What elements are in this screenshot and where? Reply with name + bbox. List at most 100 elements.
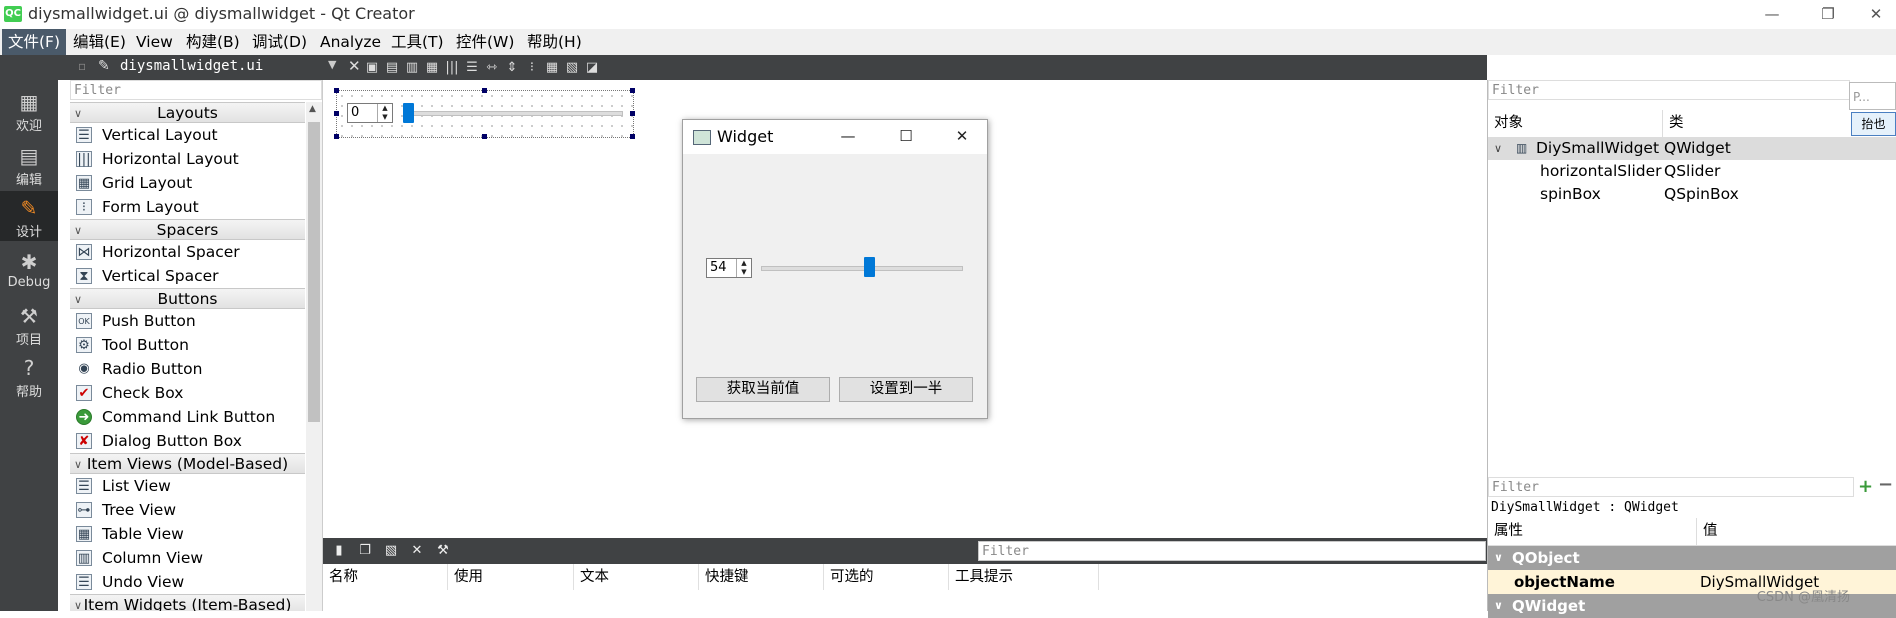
edit-buddies-icon[interactable]: ▥: [404, 60, 420, 76]
layout-form-icon[interactable]: ⁝: [524, 60, 540, 76]
spin-arrows-icon[interactable]: ▲ ▼: [377, 104, 392, 122]
selection-handle[interactable]: [482, 88, 487, 93]
document-dropdown-icon[interactable]: ▼: [328, 58, 336, 71]
form-slider-groove[interactable]: [403, 111, 623, 116]
menu-tools[interactable]: 工具(T): [385, 29, 450, 55]
mode-help[interactable]: ? 帮助: [0, 351, 58, 401]
column-header[interactable]: 文本: [574, 564, 699, 590]
layout-splitter-v-icon[interactable]: ⇕: [504, 60, 520, 76]
menu-build[interactable]: 构建(B): [180, 29, 246, 55]
widget-radio-button[interactable]: ◉ Radio Button: [70, 357, 305, 381]
column-header[interactable]: 快捷键: [699, 564, 824, 590]
object-filter-input[interactable]: Filter: [1488, 80, 1850, 100]
menu-debug[interactable]: 调试(D): [246, 29, 313, 55]
close-button[interactable]: ✕: [1856, 3, 1896, 25]
widget-dialog-button-box[interactable]: ✘ Dialog Button Box: [70, 429, 305, 453]
selection-handle[interactable]: [630, 134, 635, 139]
designed-form[interactable]: 0 ▲ ▼: [336, 90, 634, 138]
restore-button[interactable]: ❐: [1808, 3, 1848, 25]
preview-maximize-button[interactable]: ☐: [891, 126, 921, 146]
mode-edit[interactable]: ▤ 编辑: [0, 139, 58, 189]
widget-horizontal-layout[interactable]: ||| Horizontal Layout: [70, 147, 305, 171]
preview-slider-handle[interactable]: [864, 257, 876, 277]
mode-design[interactable]: ✎ 设计: [0, 191, 58, 241]
widget-list-view[interactable]: ☰ List View: [70, 474, 305, 498]
mode-debug[interactable]: ✱ Debug: [0, 245, 58, 295]
break-layout-icon[interactable]: ▧: [564, 60, 580, 76]
tree-item-horizontalslider[interactable]: horizontalSlider QSlider: [1488, 160, 1896, 183]
menu-view[interactable]: View: [130, 29, 179, 55]
remove-property-icon[interactable]: −: [1878, 474, 1893, 495]
menu-file[interactable]: 文件(F): [2, 29, 67, 55]
widget-vertical-spacer[interactable]: ⧗ Vertical Spacer: [70, 264, 305, 288]
menu-help[interactable]: 帮助(H): [521, 29, 588, 55]
category-spacers[interactable]: ∨ Spacers: [70, 219, 305, 240]
menu-analyze[interactable]: Analyze: [314, 29, 387, 55]
column-header[interactable]: 使用: [448, 564, 574, 590]
get-current-value-button[interactable]: 获取当前值: [696, 377, 830, 402]
mode-projects[interactable]: ⚒ 项目: [0, 299, 58, 349]
minimize-button[interactable]: —: [1752, 3, 1792, 25]
edit-widgets-icon[interactable]: ▣: [364, 60, 380, 76]
mode-welcome[interactable]: ▦ 欢迎: [0, 85, 58, 135]
set-to-half-button[interactable]: 设置到一半: [839, 377, 973, 402]
widget-undo-view[interactable]: ☰ Undo View: [70, 570, 305, 594]
paste-action-icon[interactable]: ▧: [383, 543, 399, 559]
delete-action-icon[interactable]: ✕: [409, 543, 425, 559]
column-object[interactable]: 对象: [1488, 110, 1523, 137]
scrollbar-thumb[interactable]: [308, 122, 320, 422]
configure-icon[interactable]: ⚒: [435, 543, 451, 559]
scroll-up-icon[interactable]: ▲: [309, 104, 316, 114]
layout-horizontal-icon[interactable]: |||: [444, 60, 460, 76]
widget-column-view[interactable]: ▥ Column View: [70, 546, 305, 570]
preview-spinbox[interactable]: 54 ▲ ▼: [706, 258, 752, 278]
partial-button[interactable]: 抬也: [1851, 112, 1896, 136]
partial-input[interactable]: P...: [1849, 82, 1896, 110]
add-property-icon[interactable]: +: [1858, 476, 1873, 497]
new-action-icon[interactable]: ▮: [331, 543, 347, 559]
widgetbox-filter-input[interactable]: Filter: [70, 80, 322, 100]
widget-check-box[interactable]: ✔ Check Box: [70, 381, 305, 405]
form-spinbox[interactable]: 0 ▲ ▼: [347, 103, 393, 123]
adjust-size-icon[interactable]: ◪: [584, 60, 600, 76]
category-item-views[interactable]: ∨ Item Views (Model-Based): [70, 453, 305, 474]
column-value[interactable]: 值: [1696, 518, 1718, 545]
spin-arrows-icon[interactable]: ▲ ▼: [736, 259, 751, 277]
layout-vertical-icon[interactable]: ☰: [464, 60, 480, 76]
column-header[interactable]: 名称: [323, 564, 448, 590]
property-filter-input[interactable]: Filter: [1488, 477, 1854, 497]
widget-vertical-layout[interactable]: ☰ Vertical Layout: [70, 123, 305, 147]
form-slider-handle[interactable]: [403, 103, 414, 123]
widget-form-layout[interactable]: ⁝ Form Layout: [70, 195, 305, 219]
selection-handle[interactable]: [482, 134, 487, 139]
menu-widgets[interactable]: 控件(W): [450, 29, 520, 55]
preview-close-button[interactable]: ✕: [947, 126, 977, 146]
widget-grid-layout[interactable]: ▦ Grid Layout: [70, 171, 305, 195]
property-group-qobject[interactable]: ∨ QObject: [1488, 546, 1896, 570]
widget-tool-button[interactable]: ⚙ Tool Button: [70, 333, 305, 357]
tree-item-spinbox[interactable]: spinBox QSpinBox: [1488, 183, 1896, 206]
action-filter-input[interactable]: Filter: [978, 541, 1486, 561]
selection-handle[interactable]: [334, 134, 339, 139]
tree-expand-icon[interactable]: ∨: [1494, 137, 1502, 160]
edit-signals-icon[interactable]: ▤: [384, 60, 400, 76]
widget-horizontal-spacer[interactable]: ⋈ Horizontal Spacer: [70, 240, 305, 264]
layout-grid-icon[interactable]: ▦: [544, 60, 560, 76]
selection-handle[interactable]: [334, 88, 339, 93]
copy-action-icon[interactable]: ❐: [357, 543, 373, 559]
document-name[interactable]: diysmallwidget.ui: [120, 58, 263, 74]
column-header[interactable]: 工具提示: [949, 564, 1099, 590]
selection-handle[interactable]: [334, 111, 339, 116]
preview-slider-groove[interactable]: [761, 266, 963, 271]
selection-handle[interactable]: [630, 88, 635, 93]
column-property[interactable]: 属性: [1488, 518, 1523, 545]
category-item-widgets[interactable]: ∨ Item Widgets (Item-Based): [70, 594, 305, 611]
widget-push-button[interactable]: OK Push Button: [70, 309, 305, 333]
close-document-icon[interactable]: ✕: [348, 57, 361, 75]
widget-tree-view[interactable]: ⊶ Tree View: [70, 498, 305, 522]
category-layouts[interactable]: ∨ Layouts: [70, 102, 305, 123]
selection-handle[interactable]: [630, 111, 635, 116]
edit-tab-order-icon[interactable]: ▦: [424, 60, 440, 76]
widget-command-link-button[interactable]: ➜ Command Link Button: [70, 405, 305, 429]
column-class[interactable]: 类: [1662, 110, 1684, 137]
